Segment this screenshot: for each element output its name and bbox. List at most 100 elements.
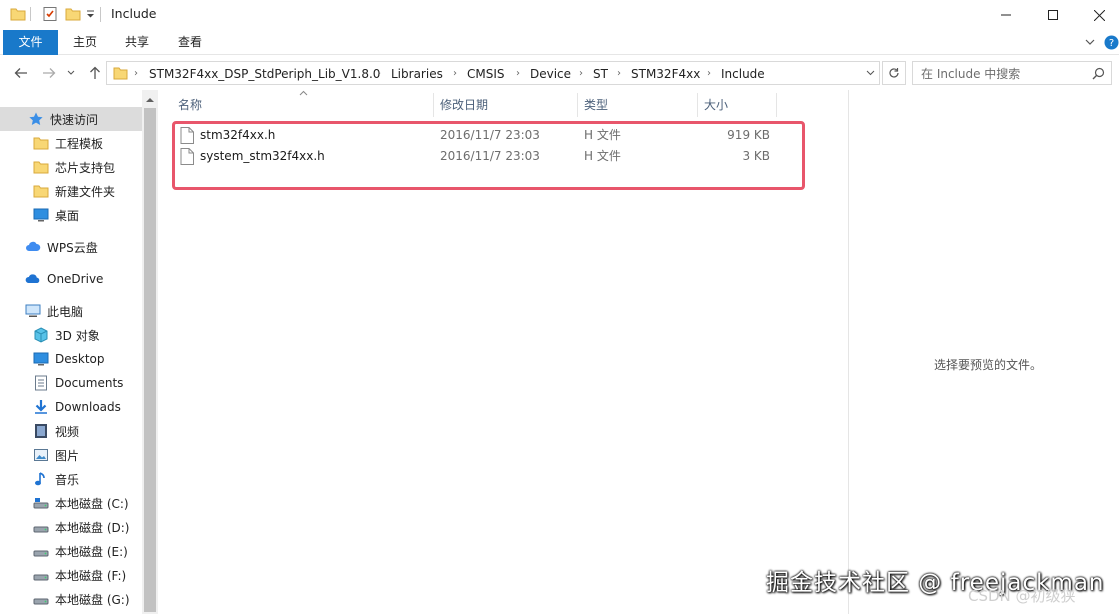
sidebar-item-label: 本地磁盘 (C:) bbox=[55, 496, 129, 511]
refresh-icon[interactable] bbox=[882, 61, 906, 85]
breadcrumb-item[interactable]: STM32F4xx_DSP_StdPeriph_Lib_V1.8.0 bbox=[149, 65, 380, 83]
video-icon bbox=[33, 423, 49, 439]
properties-icon[interactable] bbox=[42, 6, 58, 22]
scrollbar-thumb[interactable] bbox=[144, 108, 156, 612]
document-icon bbox=[33, 375, 49, 391]
sidebar-item-onedrive[interactable]: OneDrive bbox=[0, 267, 142, 291]
column-header-type[interactable]: 类型 bbox=[584, 93, 608, 117]
column-header-modified[interactable]: 修改日期 bbox=[440, 93, 488, 117]
breadcrumb-separator-icon[interactable]: › bbox=[516, 65, 520, 83]
tab-share[interactable]: 共享 bbox=[114, 30, 160, 55]
breadcrumb-item[interactable]: Include bbox=[721, 65, 765, 83]
computer-icon bbox=[25, 303, 41, 319]
column-header-size[interactable]: 大小 bbox=[704, 93, 728, 117]
sidebar-item-downloads[interactable]: Downloads bbox=[0, 395, 142, 419]
back-arrow-icon[interactable] bbox=[12, 64, 30, 82]
picture-icon bbox=[33, 447, 49, 463]
sidebar-item-label: 新建文件夹 bbox=[55, 184, 116, 199]
tab-view[interactable]: 查看 bbox=[166, 30, 214, 55]
sidebar-item-this-pc[interactable]: 此电脑 bbox=[0, 299, 142, 323]
folder-icon bbox=[113, 66, 128, 80]
breadcrumb-item[interactable]: Device bbox=[530, 65, 571, 83]
highlight-annotation bbox=[172, 121, 805, 190]
sidebar-item-project-template[interactable]: 工程模板 bbox=[0, 131, 142, 155]
help-icon[interactable]: ? bbox=[1104, 35, 1119, 50]
csdn-watermark: CSDN @初级狭 bbox=[968, 587, 1076, 605]
address-bar[interactable]: › STM32F4xx_DSP_StdPeriph_Lib_V1.8.0 › L… bbox=[106, 61, 880, 85]
sidebar-item-label: 本地磁盘 (F:) bbox=[55, 568, 127, 583]
sidebar-item-label: 图片 bbox=[55, 448, 80, 463]
music-icon bbox=[33, 471, 49, 487]
sidebar-item-videos[interactable]: 视频 bbox=[0, 419, 142, 443]
folder-icon bbox=[10, 6, 26, 22]
search-icon[interactable] bbox=[1092, 67, 1105, 80]
column-separator[interactable] bbox=[433, 93, 434, 117]
column-separator[interactable] bbox=[776, 93, 777, 117]
sidebar-item-new-folder[interactable]: 新建文件夹 bbox=[0, 179, 142, 203]
sidebar-item-label: 快速访问 bbox=[50, 112, 99, 127]
navigation-pane: 快速访问 工程模板 芯片支持包 新建文件夹 桌面 WPS云盘 OneDrive … bbox=[0, 90, 158, 614]
folder-icon bbox=[33, 183, 49, 199]
scroll-up-icon[interactable] bbox=[142, 92, 158, 106]
recent-locations-icon[interactable] bbox=[62, 64, 80, 82]
column-separator[interactable] bbox=[697, 93, 698, 117]
sidebar-item-desktop-quick[interactable]: 桌面 bbox=[0, 203, 142, 227]
sidebar-item-desktop[interactable]: Desktop bbox=[0, 347, 142, 371]
minimize-button[interactable] bbox=[983, 0, 1029, 30]
sidebar-item-quick-access[interactable]: 快速访问 bbox=[0, 107, 142, 131]
close-button[interactable] bbox=[1076, 0, 1119, 30]
sidebar-item-label: 本地磁盘 (E:) bbox=[55, 544, 128, 559]
sidebar-item-label: 本地磁盘 (D:) bbox=[55, 520, 130, 535]
breadcrumb-separator-icon[interactable]: › bbox=[617, 65, 621, 83]
column-separator[interactable] bbox=[577, 93, 578, 117]
chevron-down-icon[interactable] bbox=[1085, 38, 1095, 46]
sidebar-item-music[interactable]: 音乐 bbox=[0, 467, 142, 491]
sidebar-item-drive-c[interactable]: 本地磁盘 (C:) bbox=[0, 491, 142, 515]
drive-icon bbox=[33, 567, 49, 583]
sidebar-item-drive-g[interactable]: 本地磁盘 (G:) bbox=[0, 587, 142, 611]
breadcrumb-item[interactable]: CMSIS bbox=[467, 65, 505, 83]
file-list: 名称 修改日期 类型 大小 stm32f4xx.h 2016/11/7 23:0… bbox=[158, 90, 848, 614]
drive-icon bbox=[33, 591, 49, 607]
breadcrumb-item[interactable]: STM32F4xx bbox=[631, 65, 700, 83]
sidebar-item-label: 芯片支持包 bbox=[55, 160, 116, 175]
sidebar-item-drive-d[interactable]: 本地磁盘 (D:) bbox=[0, 515, 142, 539]
chevron-down-icon[interactable] bbox=[861, 62, 879, 84]
sidebar-item-drive-e[interactable]: 本地磁盘 (E:) bbox=[0, 539, 142, 563]
nav-scrollbar[interactable] bbox=[142, 90, 158, 614]
breadcrumb-separator-icon[interactable]: › bbox=[453, 65, 457, 83]
forward-arrow-icon[interactable] bbox=[40, 64, 58, 82]
new-folder-icon[interactable] bbox=[65, 6, 81, 22]
drive-icon bbox=[33, 495, 49, 511]
tab-home[interactable]: 主页 bbox=[62, 30, 108, 55]
breadcrumb-item[interactable]: ST bbox=[593, 65, 608, 83]
column-header-name[interactable]: 名称 bbox=[178, 93, 202, 117]
sidebar-item-documents[interactable]: Documents bbox=[0, 371, 142, 395]
sidebar-item-label: 工程模板 bbox=[55, 136, 104, 151]
sidebar-item-label: 视频 bbox=[55, 424, 80, 439]
sidebar-item-pictures[interactable]: 图片 bbox=[0, 443, 142, 467]
sidebar-item-wps-cloud[interactable]: WPS云盘 bbox=[0, 235, 142, 259]
breadcrumb-separator-icon[interactable]: › bbox=[134, 65, 138, 83]
preview-divider[interactable] bbox=[848, 90, 849, 614]
sidebar-item-label: 3D 对象 bbox=[55, 328, 100, 343]
customize-quick-access-icon[interactable] bbox=[86, 10, 95, 19]
breadcrumb-separator-icon[interactable]: › bbox=[377, 65, 381, 83]
breadcrumb-separator-icon[interactable]: › bbox=[579, 65, 583, 83]
sidebar-item-label: Documents bbox=[55, 376, 124, 390]
sidebar-item-chip-support[interactable]: 芯片支持包 bbox=[0, 155, 142, 179]
separator bbox=[30, 7, 31, 21]
download-icon bbox=[33, 399, 49, 415]
sidebar-item-label: WPS云盘 bbox=[47, 240, 98, 255]
breadcrumb-item[interactable]: Libraries bbox=[391, 65, 443, 83]
desktop-icon bbox=[33, 351, 49, 367]
search-placeholder: 在 Include 中搜索 bbox=[921, 67, 1021, 81]
tab-file[interactable]: 文件 bbox=[3, 30, 58, 55]
breadcrumb-separator-icon[interactable]: › bbox=[707, 65, 711, 83]
sidebar-item-drive-f[interactable]: 本地磁盘 (F:) bbox=[0, 563, 142, 587]
maximize-button[interactable] bbox=[1030, 0, 1076, 30]
sidebar-item-3d-objects[interactable]: 3D 对象 bbox=[0, 323, 142, 347]
star-icon bbox=[28, 111, 44, 127]
search-input[interactable]: 在 Include 中搜索 bbox=[912, 61, 1112, 85]
up-arrow-icon[interactable] bbox=[86, 64, 104, 82]
